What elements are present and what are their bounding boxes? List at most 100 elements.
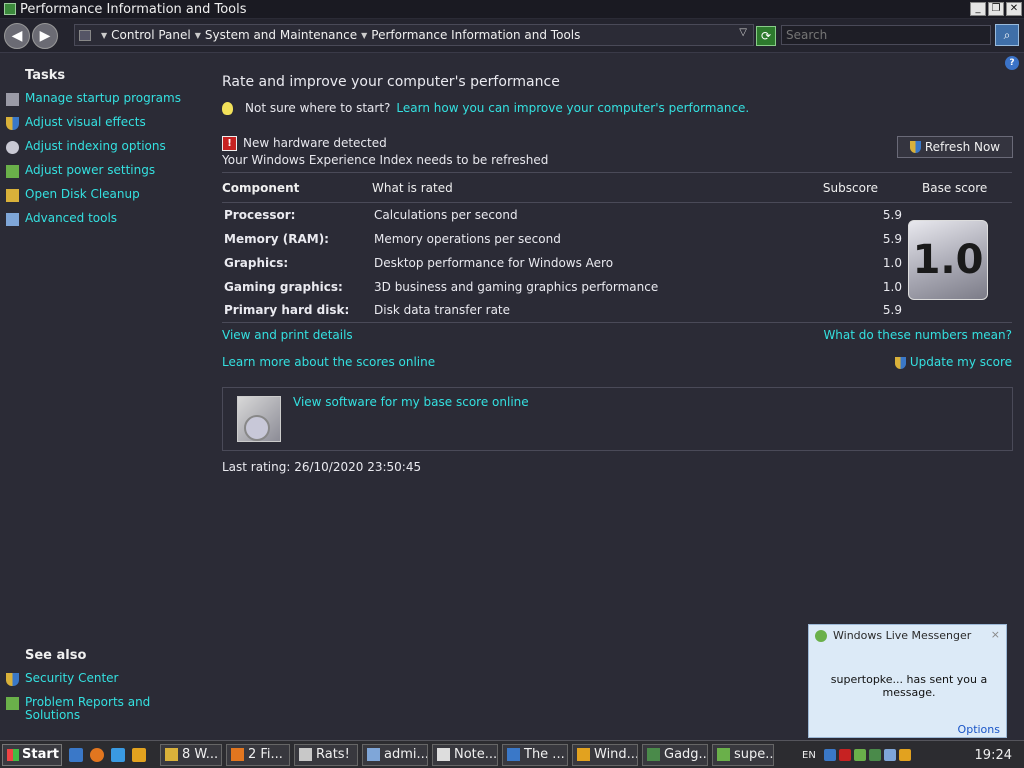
media-player-icon[interactable] xyxy=(132,747,146,762)
firefox-icon[interactable] xyxy=(90,747,104,762)
messenger-notification[interactable]: Windows Live Messenger × supertopke... h… xyxy=(808,624,1007,738)
crumb-separator-icon[interactable]: ▼ xyxy=(361,31,367,40)
breadcrumb-control-panel[interactable]: Control Panel xyxy=(111,28,191,42)
user-icon[interactable] xyxy=(868,749,881,761)
close-button[interactable]: ✕ xyxy=(1006,2,1022,16)
taskbar-button-label: Note... xyxy=(454,747,498,762)
see-also-problem-reports[interactable]: Problem Reports and Solutions xyxy=(6,696,155,722)
subscore-cell: 5.9 xyxy=(882,207,902,222)
warning-icon: ! xyxy=(222,136,237,151)
refresh-icon[interactable]: ⟳ xyxy=(756,26,776,46)
internet-explorer-icon[interactable] xyxy=(111,747,125,762)
taskbar-button[interactable]: admi... xyxy=(362,743,428,766)
minimize-button[interactable]: _ xyxy=(970,2,986,16)
task-visual-effects[interactable]: Adjust visual effects xyxy=(6,116,146,130)
base-score-badge: 1.0 xyxy=(908,220,988,300)
table-row: Memory (RAM): Memory operations per seco… xyxy=(222,227,1012,251)
taskbar-button[interactable]: The ... xyxy=(502,743,568,766)
table-row: Primary hard disk: Disk data transfer ra… xyxy=(222,298,1012,323)
learn-improve-link[interactable]: Learn how you can improve your computer'… xyxy=(396,101,749,115)
clock[interactable]: 19:24 xyxy=(975,748,1012,763)
see-also-label[interactable]: Problem Reports and Solutions xyxy=(25,696,155,722)
software-box-icon xyxy=(237,396,281,442)
taskbar-button[interactable]: Note... xyxy=(432,743,498,766)
page-title: Rate and improve your computer's perform… xyxy=(222,74,560,90)
subscore-cell: 5.9 xyxy=(822,298,902,323)
header-subscore: Subscore xyxy=(822,172,902,203)
popup-message[interactable]: supertopke... has sent you a message. xyxy=(819,673,999,699)
address-dropdown-icon[interactable]: ▽ xyxy=(739,27,747,38)
task-label[interactable]: Adjust visual effects xyxy=(25,116,146,129)
indexing-icon xyxy=(6,141,19,154)
taskbar-button[interactable]: 2 Fi... xyxy=(226,743,290,766)
taskbar-button[interactable]: Gadg... xyxy=(642,743,708,766)
show-desktop-icon[interactable] xyxy=(69,747,83,762)
task-label[interactable]: Advanced tools xyxy=(25,212,117,225)
rated-cell: Calculations per second xyxy=(374,207,518,222)
search-input[interactable] xyxy=(781,25,991,45)
what-numbers-mean-link[interactable]: What do these numbers mean? xyxy=(823,328,1012,342)
update-score-link[interactable]: Update my score xyxy=(894,355,1012,369)
uac-shield-icon xyxy=(909,141,921,153)
hardware-alert: ! New hardware detected Your Windows Expe… xyxy=(222,136,548,167)
crumb-separator-icon[interactable]: ▼ xyxy=(195,31,201,40)
task-label[interactable]: Open Disk Cleanup xyxy=(25,188,140,201)
security-alert-icon[interactable] xyxy=(838,749,851,761)
task-manage-startup[interactable]: Manage startup programs xyxy=(6,92,181,106)
taskbar-buttons: 8 W... 2 Fi... Rats! admi... Note... The ... W… xyxy=(156,743,774,766)
task-label[interactable]: Manage startup programs xyxy=(25,92,181,105)
update-score-label[interactable]: Update my score xyxy=(910,355,1012,369)
table-row: Graphics: Desktop performance for Window… xyxy=(222,251,1012,275)
task-power-settings[interactable]: Adjust power settings xyxy=(6,164,155,178)
taskbar: Start 8 W... 2 Fi... Rats! admi... Note... Th… xyxy=(0,740,1024,768)
alert-text: Your Windows Experience Index needs to b… xyxy=(222,153,549,167)
taskbar-app-icon xyxy=(647,748,660,761)
messenger-icon xyxy=(815,629,827,642)
tip-row: Not sure where to start? Learn how you c… xyxy=(222,101,749,115)
search-icon[interactable]: ⌕ xyxy=(995,24,1019,46)
back-button[interactable]: ◀ xyxy=(4,23,30,49)
volume-icon[interactable] xyxy=(898,749,911,761)
view-print-details-link[interactable]: View and print details xyxy=(222,328,353,342)
startup-programs-icon xyxy=(6,93,19,106)
see-also-security-center[interactable]: Security Center xyxy=(6,672,118,686)
learn-more-scores-link[interactable]: Learn more about the scores online xyxy=(222,355,435,369)
task-disk-cleanup[interactable]: Open Disk Cleanup xyxy=(6,188,140,202)
restore-button[interactable]: ❐ xyxy=(988,2,1004,16)
taskbar-button[interactable]: 8 W... xyxy=(160,743,222,766)
breadcrumb-performance[interactable]: Performance Information and Tools xyxy=(371,28,580,42)
messenger-tray-icon[interactable] xyxy=(853,749,866,761)
address-toolbar: ◀ ▶ ▼ Control Panel ▼ System and Mainten… xyxy=(0,19,1024,53)
taskbar-app-icon xyxy=(437,748,450,761)
taskbar-button[interactable]: supe... xyxy=(712,743,774,766)
title-bar: Performance Information and Tools _ ❐ ✕ xyxy=(0,0,1024,18)
language-indicator[interactable]: EN xyxy=(802,750,816,761)
monitor-icon[interactable] xyxy=(883,749,896,761)
window-title: Performance Information and Tools xyxy=(20,1,247,17)
taskbar-app-icon xyxy=(577,748,590,761)
crumb-separator-icon[interactable]: ▼ xyxy=(101,31,107,40)
start-button[interactable]: Start xyxy=(2,743,62,766)
taskbar-app-icon xyxy=(165,748,178,761)
task-indexing-options[interactable]: Adjust indexing options xyxy=(6,140,166,154)
subscore-cell: 1.0 xyxy=(882,279,902,294)
popup-options-link[interactable]: Options xyxy=(958,723,1000,736)
taskbar-button[interactable]: Wind... xyxy=(572,743,638,766)
task-label[interactable]: Adjust indexing options xyxy=(25,140,166,153)
taskbar-button[interactable]: Rats! xyxy=(294,743,358,766)
see-also-label[interactable]: Security Center xyxy=(25,672,118,685)
network-icon[interactable] xyxy=(823,749,836,761)
refresh-now-button[interactable]: Refresh Now xyxy=(897,136,1013,158)
task-advanced-tools[interactable]: Advanced tools xyxy=(6,212,117,226)
problem-reports-icon xyxy=(6,697,19,710)
help-icon[interactable]: ? xyxy=(1005,56,1019,70)
taskbar-button-label: Rats! xyxy=(316,747,350,762)
view-software-link[interactable]: View software for my base score online xyxy=(293,395,529,409)
breadcrumb-system-maintenance[interactable]: System and Maintenance xyxy=(205,28,357,42)
popup-title-text: Windows Live Messenger xyxy=(833,629,972,642)
table-row: Processor: Calculations per second 5.9 xyxy=(222,203,1012,227)
task-label[interactable]: Adjust power settings xyxy=(25,164,155,177)
forward-button[interactable]: ▶ xyxy=(32,23,58,49)
popup-close-icon[interactable]: × xyxy=(991,628,1000,641)
address-bar[interactable]: ▼ Control Panel ▼ System and Maintenance… xyxy=(74,24,754,46)
